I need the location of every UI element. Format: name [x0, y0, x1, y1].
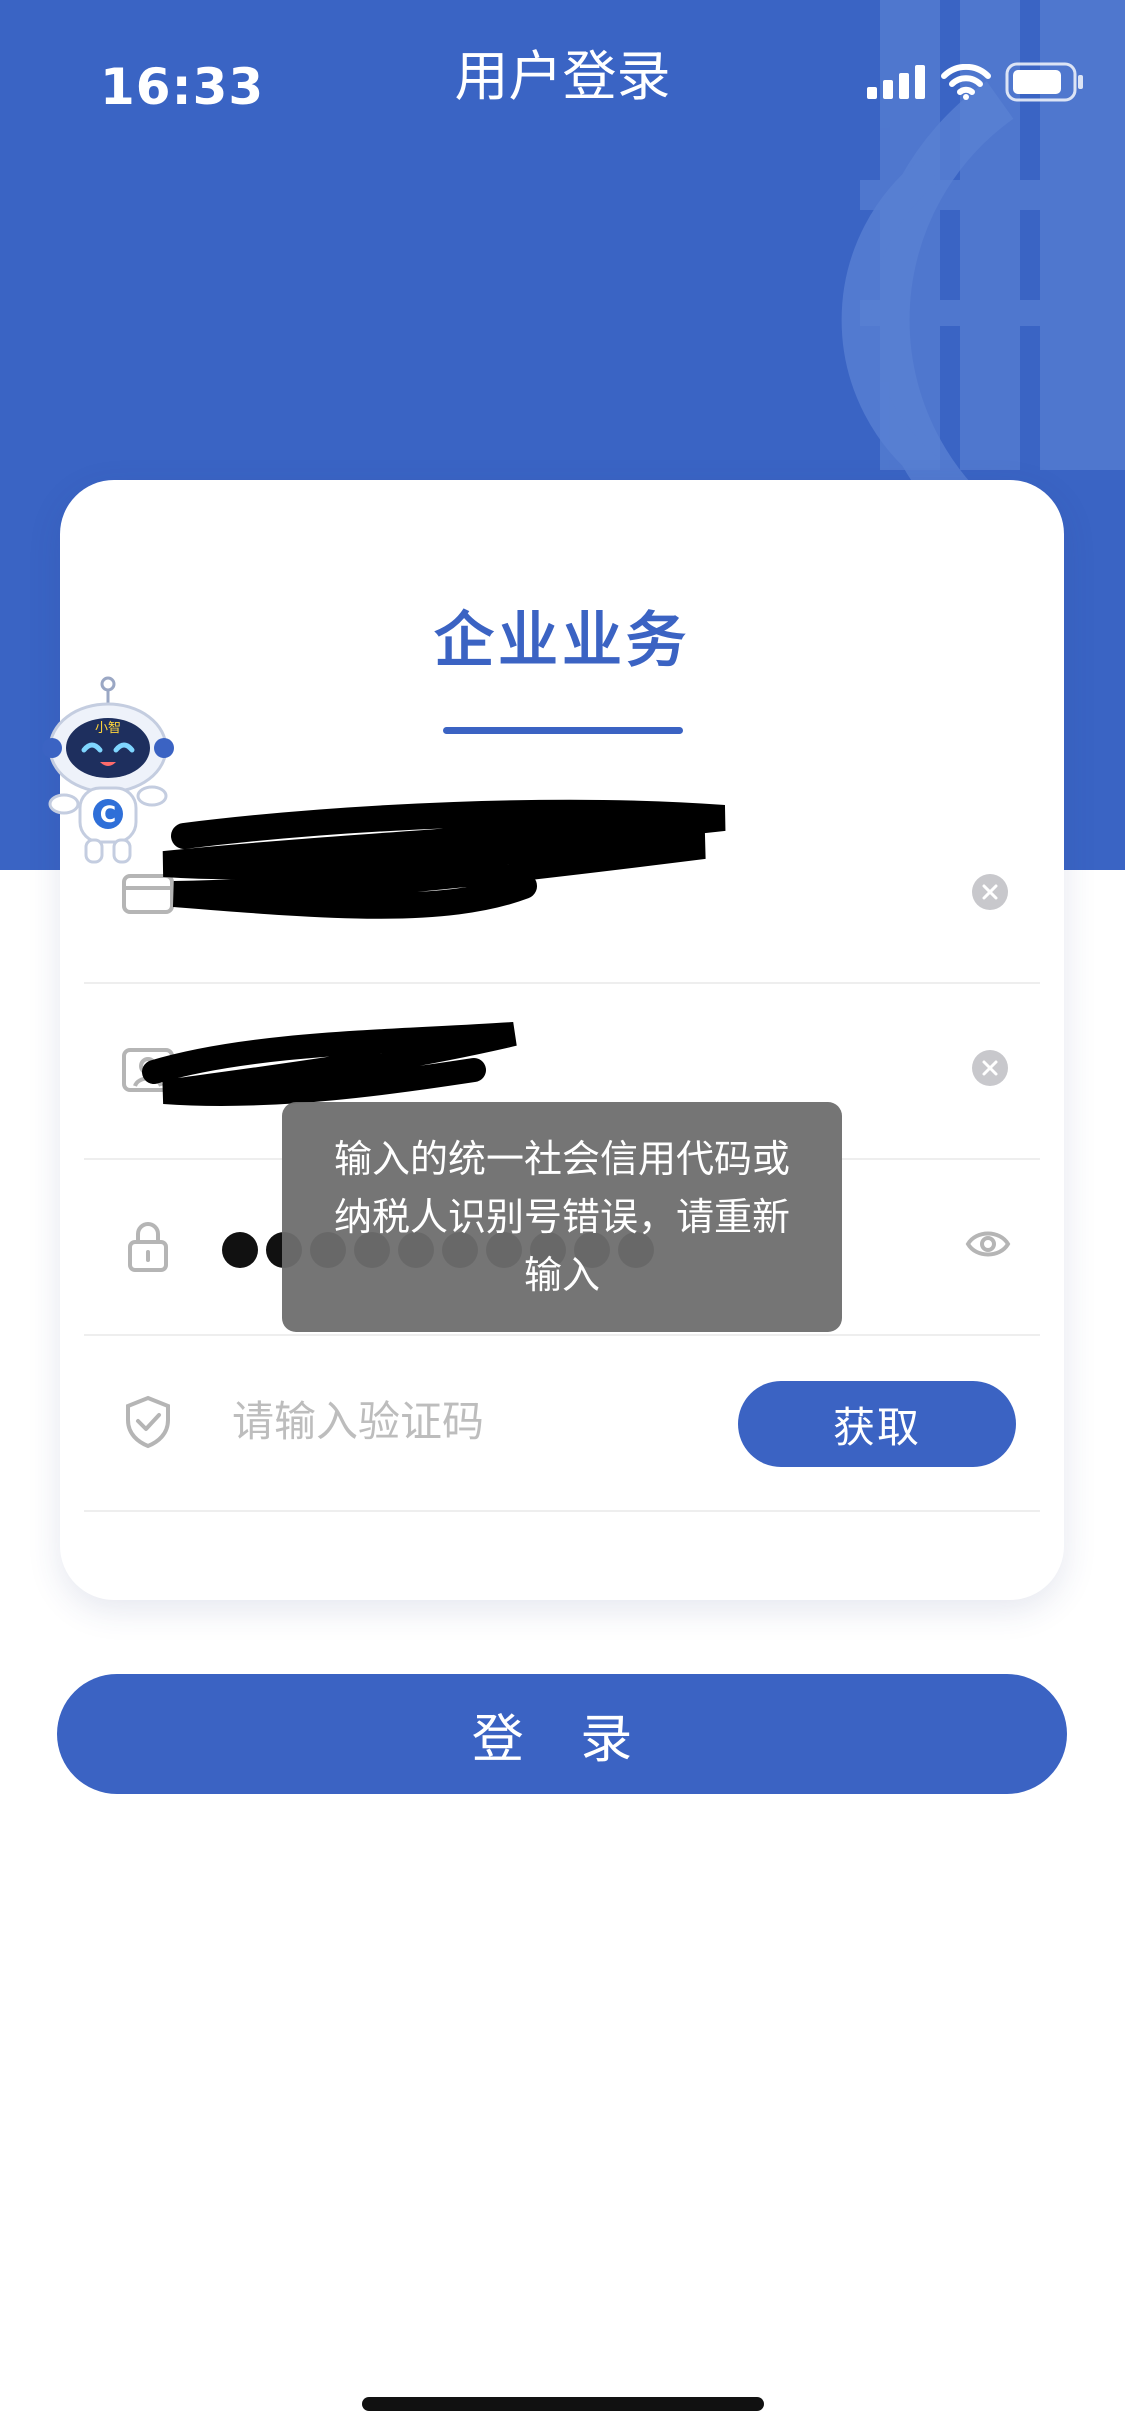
lock-icon [128, 1222, 168, 1272]
redaction-scribble [162, 799, 726, 919]
eye-icon[interactable] [964, 1224, 1012, 1264]
credit-code-field[interactable] [84, 799, 1040, 984]
tab-underline [443, 727, 683, 734]
verify-code-input[interactable] [232, 1386, 752, 1456]
signal-icon [867, 65, 925, 99]
verify-code-field: 获取 [84, 1334, 1040, 1512]
get-code-button[interactable]: 获取 [738, 1381, 1016, 1467]
battery-icon [1005, 62, 1083, 102]
redaction-scribble [142, 1022, 517, 1106]
svg-text:C: C [100, 803, 116, 828]
mascot-badge: 小智 [95, 721, 121, 736]
business-tab[interactable]: 企业业务 [60, 592, 1064, 679]
login-button[interactable]: 登 录 [57, 1674, 1067, 1794]
clear-icon[interactable] [972, 874, 1008, 910]
home-indicator[interactable] [362, 2397, 764, 2411]
shield-check-icon [126, 1395, 170, 1449]
clear-icon[interactable] [972, 1050, 1008, 1086]
password-dot [222, 1232, 258, 1268]
wifi-icon [941, 64, 991, 100]
status-icons [867, 62, 1085, 102]
login-card: 企业业务 请输入验证码 获取 [60, 480, 1064, 1600]
robot-mascot-icon[interactable]: 小智 C [40, 676, 180, 866]
error-toast: 输入的统一社会信用代码或纳税人识别号错误，请重新输入 [282, 1102, 842, 1332]
